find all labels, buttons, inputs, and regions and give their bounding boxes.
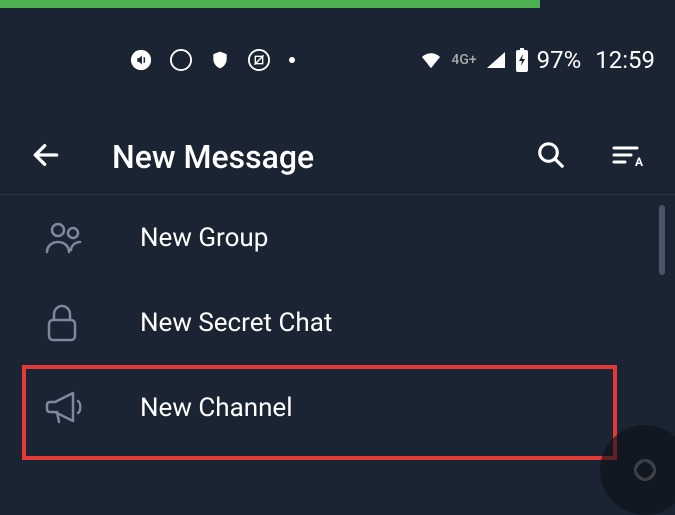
- scroll-indicator[interactable]: [659, 205, 665, 275]
- svg-text:A: A: [635, 155, 644, 169]
- camera-watermark-icon: [600, 425, 675, 515]
- group-icon: [45, 220, 95, 256]
- menu-item-label: New Secret Chat: [140, 308, 332, 338]
- status-right: 4G+ 97% 12:59: [419, 46, 655, 74]
- battery-icon: [515, 48, 529, 72]
- new-channel-item[interactable]: New Channel: [0, 365, 675, 450]
- menu-item-label: New Channel: [140, 393, 293, 423]
- battery-percent: 97%: [537, 46, 582, 74]
- status-left-icons: [130, 49, 296, 71]
- app-header: New Message A: [0, 120, 675, 195]
- new-secret-chat-item[interactable]: New Secret Chat: [0, 280, 675, 365]
- wifi-icon: [419, 50, 443, 70]
- time-label: 12:59: [595, 46, 655, 74]
- signal-icon: [485, 50, 507, 70]
- screenshot-icon: [248, 49, 270, 71]
- menu-item-label: New Group: [140, 223, 268, 253]
- volume-icon: [130, 49, 152, 71]
- network-label: 4G+: [451, 52, 476, 68]
- megaphone-icon: [45, 388, 95, 428]
- lock-icon: [45, 303, 95, 343]
- header-actions: A: [536, 140, 645, 174]
- page-title: New Message: [112, 138, 536, 176]
- moon-icon: [170, 49, 192, 71]
- dot-icon: [288, 56, 296, 64]
- search-button[interactable]: [536, 140, 566, 174]
- back-button[interactable]: [30, 139, 62, 175]
- menu-list: New Group New Secret Chat New Channel: [0, 195, 675, 450]
- status-bar: 4G+ 97% 12:59: [0, 40, 675, 80]
- sort-button[interactable]: A: [611, 140, 645, 174]
- new-group-item[interactable]: New Group: [0, 195, 675, 280]
- top-green-bar: [0, 0, 540, 8]
- shield-icon: [210, 49, 230, 71]
